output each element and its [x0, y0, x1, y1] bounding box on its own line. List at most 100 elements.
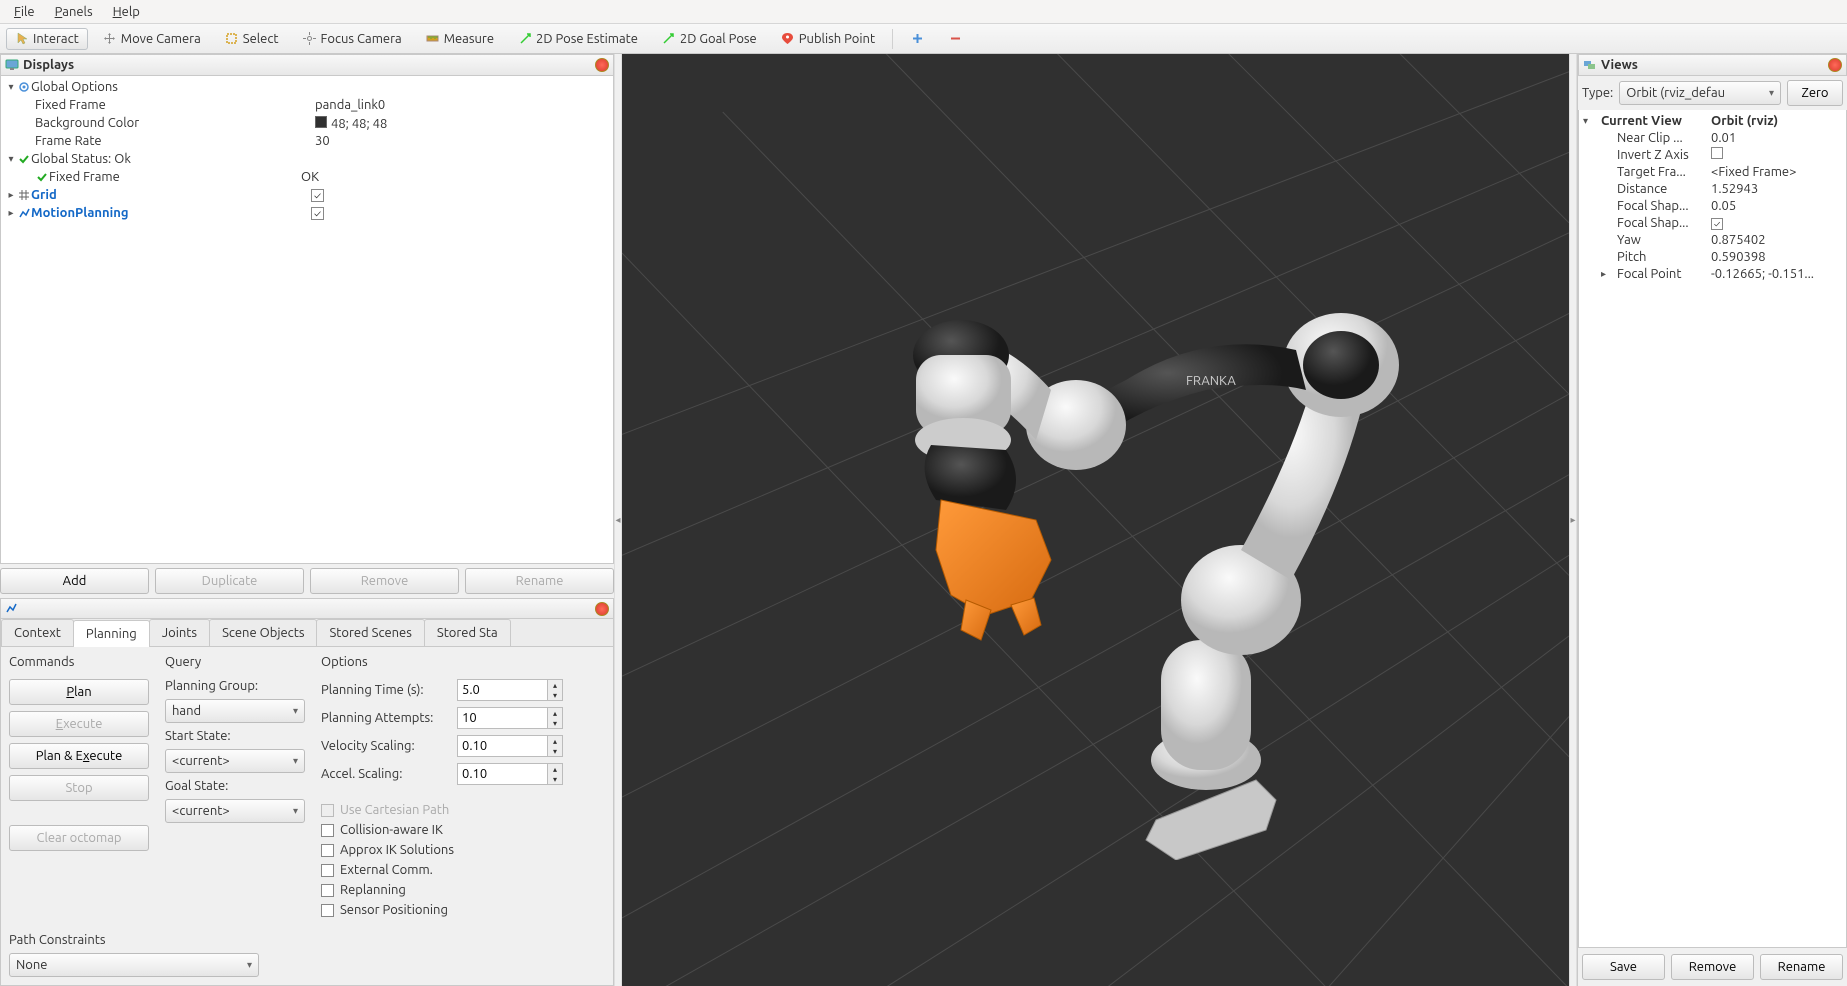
plan-and-execute-button[interactable]: Plan & Execute — [9, 743, 149, 769]
checkbox[interactable]: ✓ — [311, 189, 324, 202]
plan-button[interactable]: Plan — [9, 679, 149, 705]
expand-icon[interactable]: ▾ — [5, 153, 17, 165]
tree-global-options[interactable]: ▾ Global Options — [1, 78, 613, 96]
left-collapse-handle[interactable]: ◂ — [614, 54, 622, 986]
menu-panels[interactable]: Panels — [45, 3, 103, 21]
tool-move-camera[interactable]: Move Camera — [94, 28, 210, 50]
spin-up-icon[interactable]: ▴ — [548, 708, 562, 718]
prop-distance[interactable]: Distance1.52943 — [1581, 180, 1844, 197]
tool-publish-point[interactable]: Publish Point — [772, 28, 884, 50]
planning-attempts-spinner[interactable]: ▴▾ — [457, 707, 563, 729]
replanning-checkbox[interactable] — [321, 884, 334, 897]
approx-ik-checkbox[interactable] — [321, 844, 334, 857]
tool-2d-pose-estimate[interactable]: 2D Pose Estimate — [509, 28, 647, 50]
clear-octomap-button[interactable]: Clear octomap — [9, 825, 149, 851]
tree-motion-planning[interactable]: ▸ MotionPlanning ✓ — [1, 204, 613, 222]
expand-icon[interactable]: ▾ — [1583, 115, 1588, 127]
menu-file[interactable]: File — [4, 3, 45, 21]
goal-state-select[interactable]: <current> — [165, 799, 305, 823]
path-constraints-select[interactable]: None — [9, 953, 259, 977]
views-properties[interactable]: ▾Current ViewOrbit (rviz) Near Clip ...0… — [1578, 110, 1847, 948]
prop-pitch[interactable]: Pitch0.590398 — [1581, 248, 1844, 265]
prop-focal-shape-fixed[interactable]: Focal Shap...✓ — [1581, 214, 1844, 231]
expand-icon[interactable]: ▾ — [5, 81, 17, 93]
views-type-select[interactable]: Orbit (rviz_defau — [1619, 81, 1781, 105]
tool-focus-camera[interactable]: Focus Camera — [294, 28, 411, 50]
prop-near-clip[interactable]: Near Clip ...0.01 — [1581, 129, 1844, 146]
displays-buttons: Add Duplicate Remove Rename — [0, 564, 614, 598]
checkbox[interactable]: ✓ — [311, 207, 324, 220]
prop-current-view[interactable]: ▾Current ViewOrbit (rviz) — [1581, 112, 1844, 129]
tab-context[interactable]: Context — [1, 619, 74, 646]
add-button[interactable]: Add — [0, 568, 149, 594]
displays-tree[interactable]: ▾ Global Options Fixed Framepanda_link0 … — [0, 76, 614, 564]
rename-button[interactable]: Rename — [465, 568, 614, 594]
tab-joints[interactable]: Joints — [149, 619, 210, 646]
tree-frame-rate[interactable]: Frame Rate30 — [1, 132, 613, 150]
3d-viewport[interactable]: FRANKA — [622, 54, 1569, 986]
duplicate-button[interactable]: Duplicate — [155, 568, 304, 594]
tab-scene-objects[interactable]: Scene Objects — [209, 619, 317, 646]
prop-invert-z[interactable]: Invert Z Axis — [1581, 146, 1844, 163]
velocity-scaling-spinner[interactable]: ▴▾ — [457, 735, 563, 757]
spin-up-icon[interactable]: ▴ — [548, 680, 562, 690]
menu-bar: File Panels Help — [0, 0, 1847, 24]
prop-yaw[interactable]: Yaw0.875402 — [1581, 231, 1844, 248]
tool-2d-nav-goal[interactable]: 2D Goal Pose — [653, 28, 766, 50]
planning-attempts-input[interactable] — [457, 707, 547, 729]
tab-planning[interactable]: Planning — [73, 620, 150, 647]
tool-select[interactable]: Select — [216, 28, 288, 50]
external-comm-checkbox[interactable] — [321, 864, 334, 877]
spin-down-icon[interactable]: ▾ — [548, 718, 562, 728]
tree-fixed-frame[interactable]: Fixed Framepanda_link0 — [1, 96, 613, 114]
accel-scaling-input[interactable] — [457, 763, 547, 785]
collision-ik-checkbox[interactable] — [321, 824, 334, 837]
displays-close-icon[interactable] — [595, 58, 609, 72]
expand-icon[interactable]: ▸ — [1601, 268, 1606, 280]
chevron-right-icon: ▸ — [1570, 514, 1575, 526]
right-collapse-handle[interactable]: ▸ — [1569, 54, 1577, 986]
tree-grid[interactable]: ▸ Grid ✓ — [1, 186, 613, 204]
accel-scaling-spinner[interactable]: ▴▾ — [457, 763, 563, 785]
expand-icon[interactable]: ▸ — [5, 207, 17, 219]
spin-up-icon[interactable]: ▴ — [548, 736, 562, 746]
checkbox[interactable] — [1711, 147, 1723, 159]
planning-group-select[interactable]: hand — [165, 699, 305, 723]
zero-button[interactable]: Zero — [1787, 80, 1843, 106]
planning-time-input[interactable] — [457, 679, 547, 701]
tab-stored-scenes[interactable]: Stored Scenes — [316, 619, 424, 646]
minus-icon — [948, 32, 962, 46]
spin-up-icon[interactable]: ▴ — [548, 764, 562, 774]
tool-add-marker[interactable] — [901, 28, 933, 50]
views-rename-button[interactable]: Rename — [1760, 954, 1843, 980]
views-close-icon[interactable] — [1828, 58, 1842, 72]
sensor-positioning-checkbox[interactable] — [321, 904, 334, 917]
prop-focal-shape-size[interactable]: Focal Shap...0.05 — [1581, 197, 1844, 214]
menu-help[interactable]: Help — [103, 3, 150, 21]
tool-remove-marker[interactable] — [939, 28, 971, 50]
prop-target-frame[interactable]: Target Fra...<Fixed Frame> — [1581, 163, 1844, 180]
tree-fixed-frame-status[interactable]: Fixed FrameOK — [1, 168, 613, 186]
remove-button[interactable]: Remove — [310, 568, 459, 594]
tree-bg-color[interactable]: Background Color48; 48; 48 — [1, 114, 613, 132]
checkbox[interactable]: ✓ — [1711, 218, 1723, 230]
start-state-value: <current> — [172, 754, 230, 768]
views-remove-button[interactable]: Remove — [1671, 954, 1754, 980]
views-save-button[interactable]: Save — [1582, 954, 1665, 980]
motion-planning-close-icon[interactable] — [595, 602, 609, 616]
tool-interact[interactable]: Interact — [6, 28, 88, 50]
tool-measure[interactable]: Measure — [417, 28, 503, 50]
tab-stored-states[interactable]: Stored Sta — [424, 619, 511, 646]
start-state-select[interactable]: <current> — [165, 749, 305, 773]
stop-button[interactable]: Stop — [9, 775, 149, 801]
tree-item-value: 30 — [315, 134, 613, 148]
execute-button[interactable]: Execute — [9, 711, 149, 737]
velocity-scaling-input[interactable] — [457, 735, 547, 757]
spin-down-icon[interactable]: ▾ — [548, 690, 562, 700]
planning-time-spinner[interactable]: ▴▾ — [457, 679, 563, 701]
spin-down-icon[interactable]: ▾ — [548, 774, 562, 784]
prop-focal-point[interactable]: ▸Focal Point-0.12665; -0.151... — [1581, 265, 1844, 282]
tree-global-status[interactable]: ▾ Global Status: Ok — [1, 150, 613, 168]
spin-down-icon[interactable]: ▾ — [548, 746, 562, 756]
expand-icon[interactable]: ▸ — [5, 189, 17, 201]
